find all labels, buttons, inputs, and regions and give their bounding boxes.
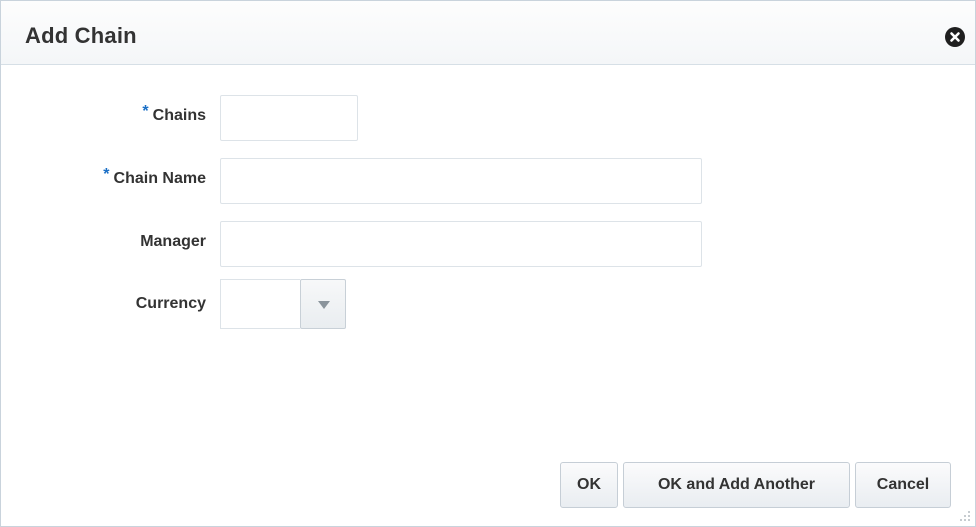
cancel-button[interactable]: Cancel: [855, 462, 951, 508]
currency-label: Currency: [135, 295, 206, 312]
ok-button[interactable]: OK: [560, 462, 618, 508]
close-icon[interactable]: [945, 27, 965, 47]
chains-label: * Chains: [142, 103, 206, 124]
manager-label: Manager: [140, 233, 206, 250]
resize-grip-icon[interactable]: [959, 510, 971, 522]
currency-select[interactable]: [220, 279, 346, 329]
add-chain-dialog: Add Chain * Chains * Chain Name Manager Cu…: [0, 0, 976, 527]
required-marker: *: [142, 103, 149, 120]
chain-name-label: * Chain Name: [103, 166, 206, 187]
chain-name-input[interactable]: [220, 158, 702, 204]
required-marker: *: [103, 166, 110, 183]
ok-and-add-another-button[interactable]: OK and Add Another: [623, 462, 850, 508]
chevron-down-icon: [318, 301, 330, 309]
currency-value[interactable]: [220, 279, 300, 329]
dialog-titlebar: Add Chain: [1, 1, 975, 65]
dialog-title: Add Chain: [25, 23, 137, 48]
chains-input[interactable]: [220, 95, 358, 141]
manager-input[interactable]: [220, 221, 702, 267]
currency-dropdown-button[interactable]: [300, 279, 346, 329]
